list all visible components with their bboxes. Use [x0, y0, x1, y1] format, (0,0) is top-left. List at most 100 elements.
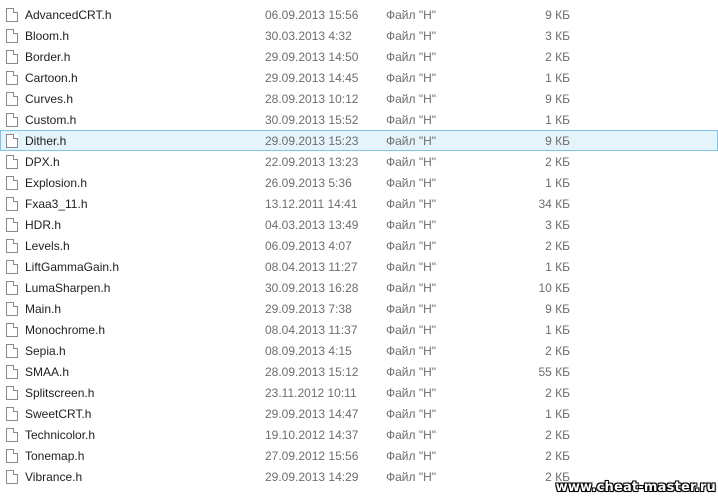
file-row[interactable]: Splitscreen.h 23.11.2012 10:11 Файл "H" 2 К… [0, 382, 718, 403]
document-file-icon [6, 50, 18, 64]
file-date: 06.09.2013 15:56 [265, 8, 359, 22]
file-date: 08.09.2013 4:15 [265, 344, 352, 358]
file-name: Levels.h [25, 239, 70, 253]
file-size: 1 КБ [545, 323, 570, 337]
file-row[interactable]: SweetCRT.h 29.09.2013 14:47 Файл "H" 1 КБ [0, 403, 718, 424]
file-type: Файл "H" [386, 449, 437, 463]
document-file-icon [6, 155, 18, 169]
file-row[interactable]: Border.h 29.09.2013 14:50 Файл "H" 2 КБ [0, 46, 718, 67]
file-date: 30.09.2013 16:28 [265, 281, 359, 295]
file-size: 2 КБ [545, 428, 570, 442]
file-row[interactable]: Curves.h 28.09.2013 10:12 Файл "H" 9 КБ [0, 88, 718, 109]
document-file-icon [6, 365, 18, 379]
file-row[interactable]: LiftGammaGain.h 08.04.2013 11:27 Файл "H" 1… [0, 256, 718, 277]
document-file-icon [6, 344, 18, 358]
document-file-icon [6, 218, 18, 232]
file-type: Файл "H" [386, 428, 437, 442]
file-type: Файл "H" [386, 365, 437, 379]
file-date: 13.12.2011 14:41 [265, 197, 358, 211]
document-file-icon [6, 302, 18, 316]
file-type: Файл "H" [386, 176, 437, 190]
file-row[interactable]: Tonemap.h 27.09.2012 15:56 Файл "H" 2 КБ [0, 445, 718, 466]
file-name: HDR.h [25, 218, 62, 232]
file-size: 9 КБ [545, 302, 570, 316]
file-row[interactable]: Bloom.h 30.03.2013 4:32 Файл "H" 3 КБ [0, 25, 718, 46]
file-type: Файл "H" [386, 29, 437, 43]
file-type: Файл "H" [386, 71, 437, 85]
file-name: DPX.h [25, 155, 60, 169]
document-file-icon [6, 323, 18, 337]
file-size: 9 КБ [545, 134, 570, 148]
document-file-icon [6, 470, 18, 484]
file-date: 28.09.2013 15:12 [265, 365, 359, 379]
document-file-icon [6, 29, 18, 43]
document-file-icon [6, 113, 18, 127]
file-date: 08.04.2013 11:37 [265, 323, 358, 337]
file-type: Файл "H" [386, 134, 437, 148]
document-file-icon [6, 71, 18, 85]
file-row[interactable]: Technicolor.h 19.10.2012 14:37 Файл "H" 2 К… [0, 424, 718, 445]
file-row[interactable]: DPX.h 22.09.2013 13:23 Файл "H" 2 КБ [0, 151, 718, 172]
file-date: 28.09.2013 10:12 [265, 92, 359, 106]
file-size: 3 КБ [545, 218, 570, 232]
file-date: 29.09.2013 7:38 [265, 302, 352, 316]
document-file-icon [6, 92, 18, 106]
file-type: Файл "H" [386, 8, 437, 22]
file-date: 30.03.2013 4:32 [265, 29, 352, 43]
file-row[interactable]: Dither.h 29.09.2013 15:23 Файл "H" 9 КБ [0, 130, 718, 151]
file-name: Main.h [25, 302, 62, 316]
file-date: 22.09.2013 13:23 [265, 155, 359, 169]
file-date: 30.09.2013 15:52 [265, 113, 359, 127]
document-file-icon [6, 176, 18, 190]
file-size: 2 КБ [545, 386, 570, 400]
document-file-icon [6, 386, 18, 400]
document-file-icon [6, 428, 18, 442]
file-row[interactable]: Custom.h 30.09.2013 15:52 Файл "H" 1 КБ [0, 109, 718, 130]
file-name: Sepia.h [25, 344, 66, 358]
file-date: 08.04.2013 11:27 [265, 260, 358, 274]
document-file-icon [6, 197, 18, 211]
file-name: Bloom.h [25, 29, 70, 43]
file-size: 9 КБ [545, 8, 570, 22]
file-name: Dither.h [25, 134, 67, 148]
file-row[interactable]: Explosion.h 26.09.2013 5:36 Файл "H" 1 КБ [0, 172, 718, 193]
file-date: 04.03.2013 13:49 [265, 218, 359, 232]
file-name: Technicolor.h [25, 428, 96, 442]
document-file-icon [6, 407, 18, 421]
file-row[interactable]: Main.h 29.09.2013 7:38 Файл "H" 9 КБ [0, 298, 718, 319]
file-name: Curves.h [25, 92, 74, 106]
file-name: Border.h [25, 50, 71, 64]
file-size: 1 КБ [545, 407, 570, 421]
file-size: 2 КБ [545, 155, 570, 169]
file-row[interactable]: LumaSharpen.h 30.09.2013 16:28 Файл "H" 10 … [0, 277, 718, 298]
document-file-icon [6, 134, 18, 148]
file-row[interactable]: Fxaa3_11.h 13.12.2011 14:41 Файл "H" 34 КБ [0, 193, 718, 214]
file-size: 3 КБ [545, 29, 570, 43]
file-list: AdvancedCRT.h 06.09.2013 15:56 Файл "H" 9 К… [0, 4, 718, 487]
file-name: LumaSharpen.h [25, 281, 111, 295]
file-date: 29.09.2013 14:47 [265, 407, 359, 421]
file-row[interactable]: Monochrome.h 08.04.2013 11:37 Файл "H" 1 КБ [0, 319, 718, 340]
file-size: 55 КБ [538, 365, 570, 379]
file-name: Custom.h [25, 113, 77, 127]
document-file-icon [6, 281, 18, 295]
file-type: Файл "H" [386, 92, 437, 106]
file-row[interactable]: HDR.h 04.03.2013 13:49 Файл "H" 3 КБ [0, 214, 718, 235]
file-row[interactable]: AdvancedCRT.h 06.09.2013 15:56 Файл "H" 9 К… [0, 4, 718, 25]
file-name: Monochrome.h [25, 323, 106, 337]
file-size: 1 КБ [545, 113, 570, 127]
site-watermark: www.cheat-master.ru [555, 480, 716, 495]
file-type: Файл "H" [386, 155, 437, 169]
file-size: 2 КБ [545, 239, 570, 253]
file-type: Файл "H" [386, 239, 437, 253]
file-row[interactable]: Levels.h 06.09.2013 4:07 Файл "H" 2 КБ [0, 235, 718, 256]
file-type: Файл "H" [386, 260, 437, 274]
file-row[interactable]: Cartoon.h 29.09.2013 14:45 Файл "H" 1 КБ [0, 67, 718, 88]
file-name: Vibrance.h [25, 470, 83, 484]
file-name: LiftGammaGain.h [25, 260, 120, 274]
file-row[interactable]: SMAA.h 28.09.2013 15:12 Файл "H" 55 КБ [0, 361, 718, 382]
file-type: Файл "H" [386, 113, 437, 127]
file-row[interactable]: Sepia.h 08.09.2013 4:15 Файл "H" 2 КБ [0, 340, 718, 361]
document-file-icon [6, 8, 18, 22]
file-type: Файл "H" [386, 386, 437, 400]
